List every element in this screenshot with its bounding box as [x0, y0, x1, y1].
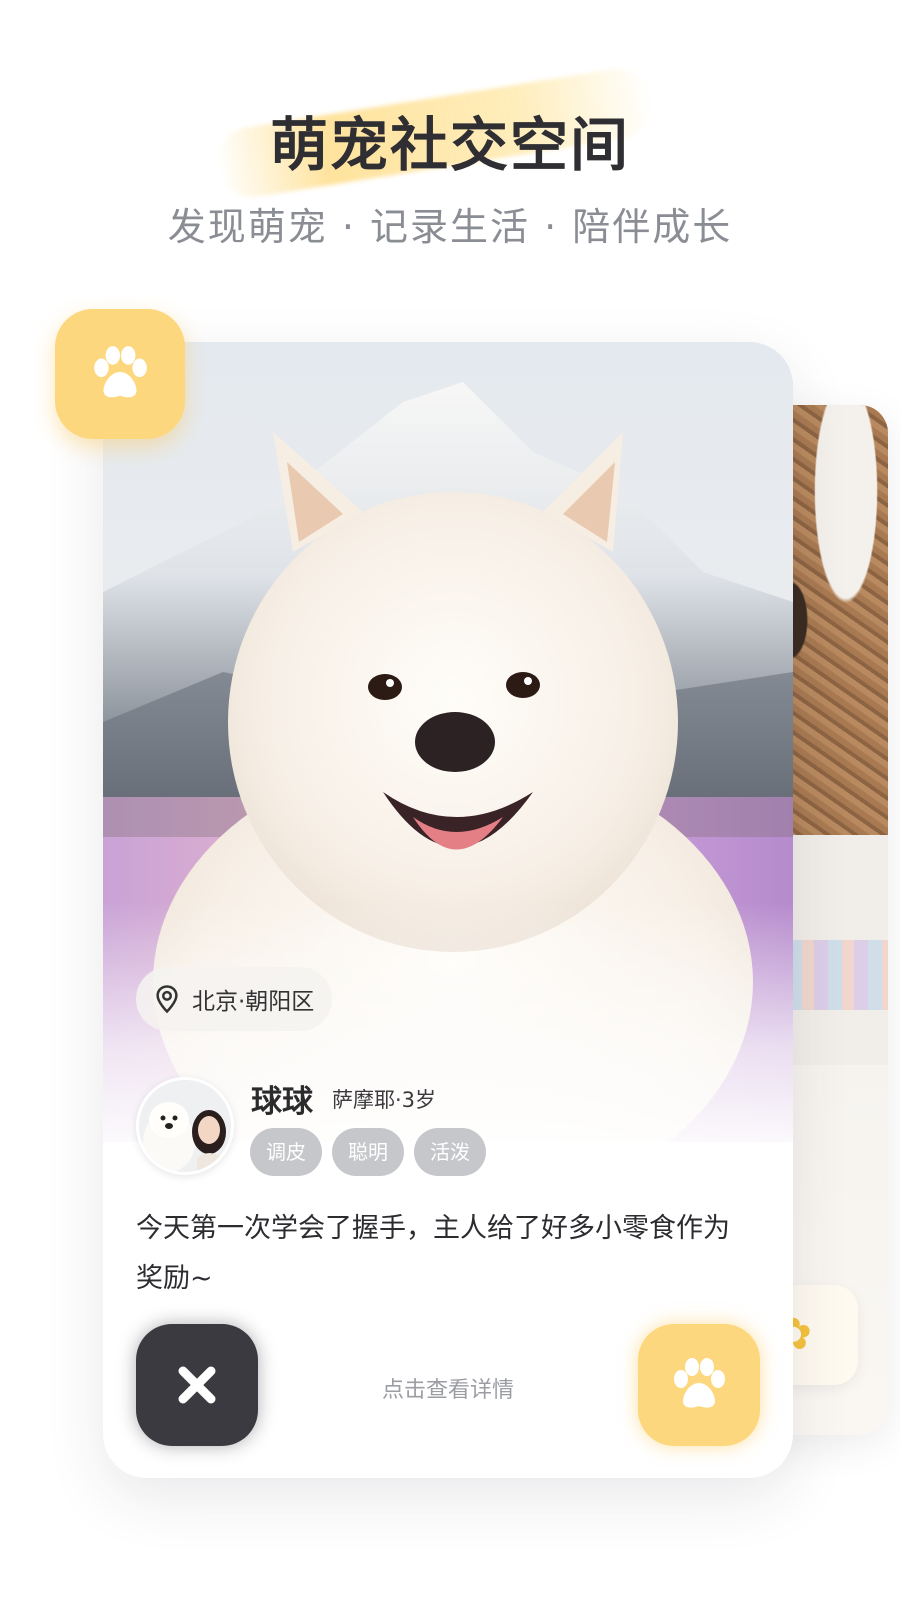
page-title: 萌宠社交空间: [269, 111, 630, 179]
owner-avatar[interactable]: [136, 1077, 234, 1175]
pet-tag: 聪明: [332, 1128, 404, 1176]
pet-tag: 调皮: [250, 1128, 322, 1176]
location-chip[interactable]: 北京·朝阳区: [136, 967, 333, 1031]
pet-tag: 活泼: [414, 1128, 486, 1176]
page-subtitle: 发现萌宠 · 记录生活 · 陪伴成长: [167, 205, 733, 249]
location-label: 北京·朝阳区: [192, 989, 315, 1015]
page: 萌宠社交空间 发现萌宠 · 记录生活 · 陪伴成长 ✿ 北京·朝阳区 球球 萨摩…: [0, 0, 900, 1600]
like-button[interactable]: [638, 1324, 760, 1446]
pet-tags: 调皮 聪明 活泼: [250, 1128, 486, 1176]
paw-badge: [55, 309, 185, 439]
paw-icon: [674, 1358, 725, 1408]
post-description: 今天第一次学会了握手，主人给了好多小零食作为奖励~: [136, 1213, 730, 1294]
pet-card[interactable]: 北京·朝阳区 球球 萨摩耶·3岁 调皮 聪明 活泼 今天第一次学会了握手，主人给…: [103, 342, 793, 1478]
location-pin-icon: [156, 985, 178, 1014]
pet-name: 球球: [251, 1084, 313, 1120]
pet-breed-age: 萨摩耶·3岁: [332, 1088, 437, 1112]
paw-icon: [94, 346, 147, 398]
